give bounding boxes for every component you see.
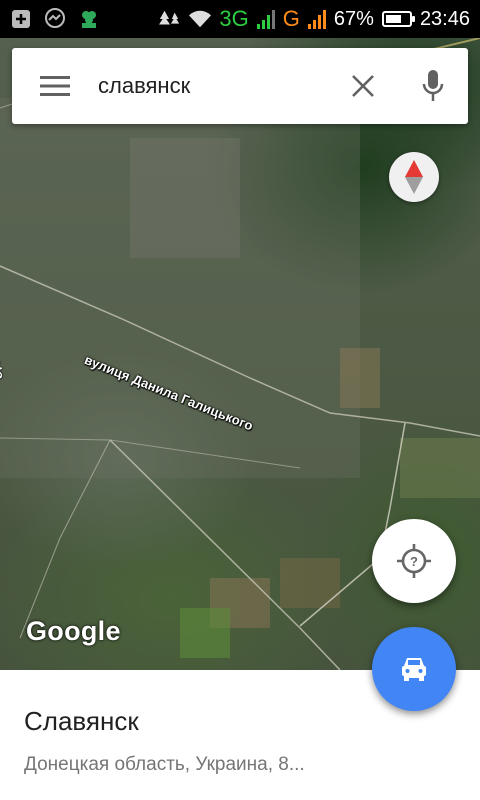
status-bar-notifications (10, 8, 100, 30)
clover-app-icon (78, 8, 100, 30)
search-input[interactable]: славянск (98, 73, 328, 99)
notification-add-icon (10, 8, 32, 30)
directions-button[interactable] (372, 627, 456, 711)
place-name: Славянск (24, 706, 139, 736)
battery-fill (385, 15, 401, 23)
compass-icon (405, 160, 423, 194)
trees-icon (159, 8, 181, 30)
my-location-icon: ? (397, 544, 431, 578)
clear-search-button[interactable] (328, 48, 398, 124)
close-icon (352, 75, 374, 97)
search-bar[interactable]: славянск (12, 48, 468, 124)
voice-search-button[interactable] (398, 48, 468, 124)
hamburger-menu-icon (40, 76, 70, 96)
compass-button[interactable] (389, 152, 439, 202)
clock: 23:46 (419, 7, 470, 30)
signal-icon (307, 9, 326, 29)
signal-icon (256, 9, 275, 29)
svg-text:?: ? (410, 554, 418, 569)
battery-percent: 67% (333, 7, 374, 30)
my-location-button[interactable]: ? (372, 519, 456, 603)
menu-button[interactable] (12, 48, 98, 124)
google-logo: Google (26, 616, 121, 646)
network-3g-label: 3G (219, 6, 249, 31)
messenger-icon (44, 8, 66, 30)
wifi-icon (189, 8, 212, 30)
place-address: Донецкая область, Украина, 8... (24, 754, 305, 775)
microphone-icon (422, 70, 444, 101)
battery-icon (381, 11, 415, 27)
car-icon (402, 658, 426, 681)
network-g-label: G (282, 6, 300, 31)
status-bar: 3G G 67% 23:46 (0, 0, 480, 38)
status-bar-system: 3G G 67% 23:46 (159, 6, 470, 32)
